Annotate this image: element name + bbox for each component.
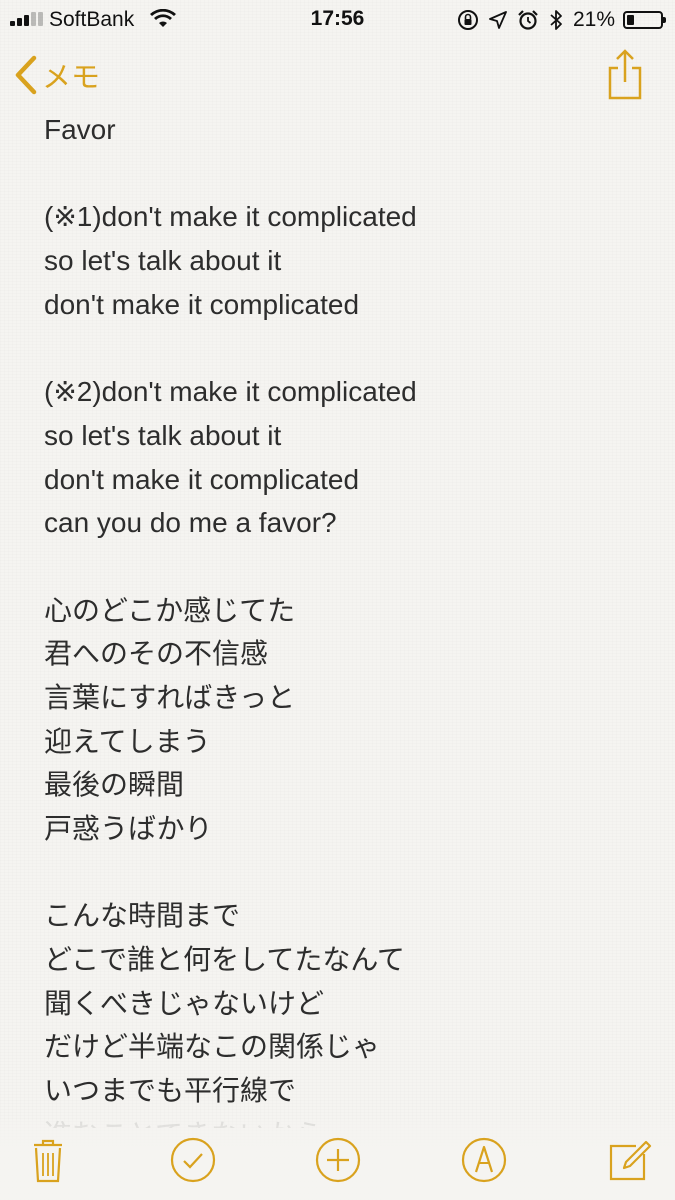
- note-line: 迎えてしまう: [44, 725, 211, 757]
- note-line: いつまでも平行線で: [44, 1075, 297, 1107]
- note-blank-line: [44, 152, 644, 196]
- note-line: 君へのその不信感: [44, 638, 269, 670]
- note-line: don't make it complicated: [44, 288, 360, 320]
- share-icon[interactable]: [605, 46, 645, 102]
- note-body[interactable]: Favor (※1)don't make it complicated so let…: [44, 108, 644, 1128]
- back-label: メモ: [42, 62, 101, 94]
- rotation-lock-icon: [457, 10, 478, 30]
- checklist-icon[interactable]: [169, 1136, 217, 1184]
- back-button[interactable]: メモ: [14, 52, 100, 98]
- trash-icon[interactable]: [24, 1136, 72, 1184]
- battery-icon: [623, 11, 666, 29]
- battery-level: [627, 15, 634, 25]
- note-line: Favor: [44, 114, 116, 145]
- note-line: こんな時間まで: [44, 900, 241, 932]
- note-blank-line: [44, 851, 644, 895]
- note-line: (※1)don't make it complicated: [44, 201, 417, 233]
- note-line: 聞くべきじゃないけど: [44, 987, 325, 1019]
- markup-icon[interactable]: [460, 1136, 508, 1184]
- note-line: 最後の瞬間: [44, 769, 185, 801]
- compose-icon[interactable]: [606, 1136, 654, 1184]
- note-line: 言葉にすればきっと: [44, 681, 296, 713]
- note-blank-line: [44, 545, 644, 589]
- navigation-bar: メモ: [0, 40, 675, 110]
- note-line: so let's talk about it: [44, 419, 282, 451]
- chevron-left-icon: [15, 55, 37, 95]
- note-line: (※2)don't make it complicated: [44, 376, 417, 408]
- alarm-icon: [518, 10, 538, 30]
- bottom-toolbar: [0, 1120, 675, 1200]
- note-line: 戸惑うばかり: [44, 813, 213, 844]
- status-icons: 21%: [457, 6, 666, 34]
- note-line: can you do me a favor?: [44, 507, 337, 539]
- add-icon[interactable]: [314, 1136, 362, 1184]
- battery-percent: 21%: [572, 8, 615, 31]
- location-icon: [489, 11, 507, 29]
- note-blank-line: [44, 326, 644, 370]
- status-bar: SoftBank 17:56 21%: [0, 0, 675, 40]
- note-line: don't make it complicated: [44, 463, 360, 495]
- note-line: どこで誰と何をしてたなんて: [44, 944, 405, 976]
- note-line: so let's talk about it: [44, 245, 282, 277]
- note-line: 心のどこか感じてた: [44, 594, 296, 626]
- bluetooth-icon: [550, 10, 562, 30]
- note-line: だけど半端なこの関係じゃ: [44, 1031, 381, 1063]
